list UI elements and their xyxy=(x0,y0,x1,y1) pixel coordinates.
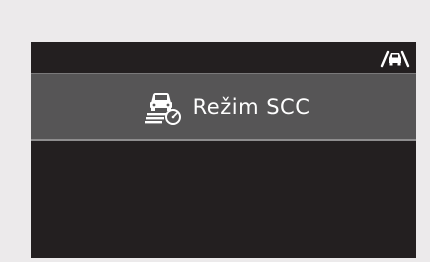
page-frame: Režim SCC xyxy=(0,0,430,262)
cluster-display: Režim SCC xyxy=(31,42,416,258)
menu-item-scc-mode[interactable]: Režim SCC xyxy=(31,73,416,141)
scc-speed-control-icon xyxy=(144,92,181,125)
lane-assist-car-icon xyxy=(380,50,410,68)
status-bar xyxy=(31,42,416,72)
empty-display-area xyxy=(31,141,416,258)
menu-item-label: Režim SCC xyxy=(192,94,311,119)
